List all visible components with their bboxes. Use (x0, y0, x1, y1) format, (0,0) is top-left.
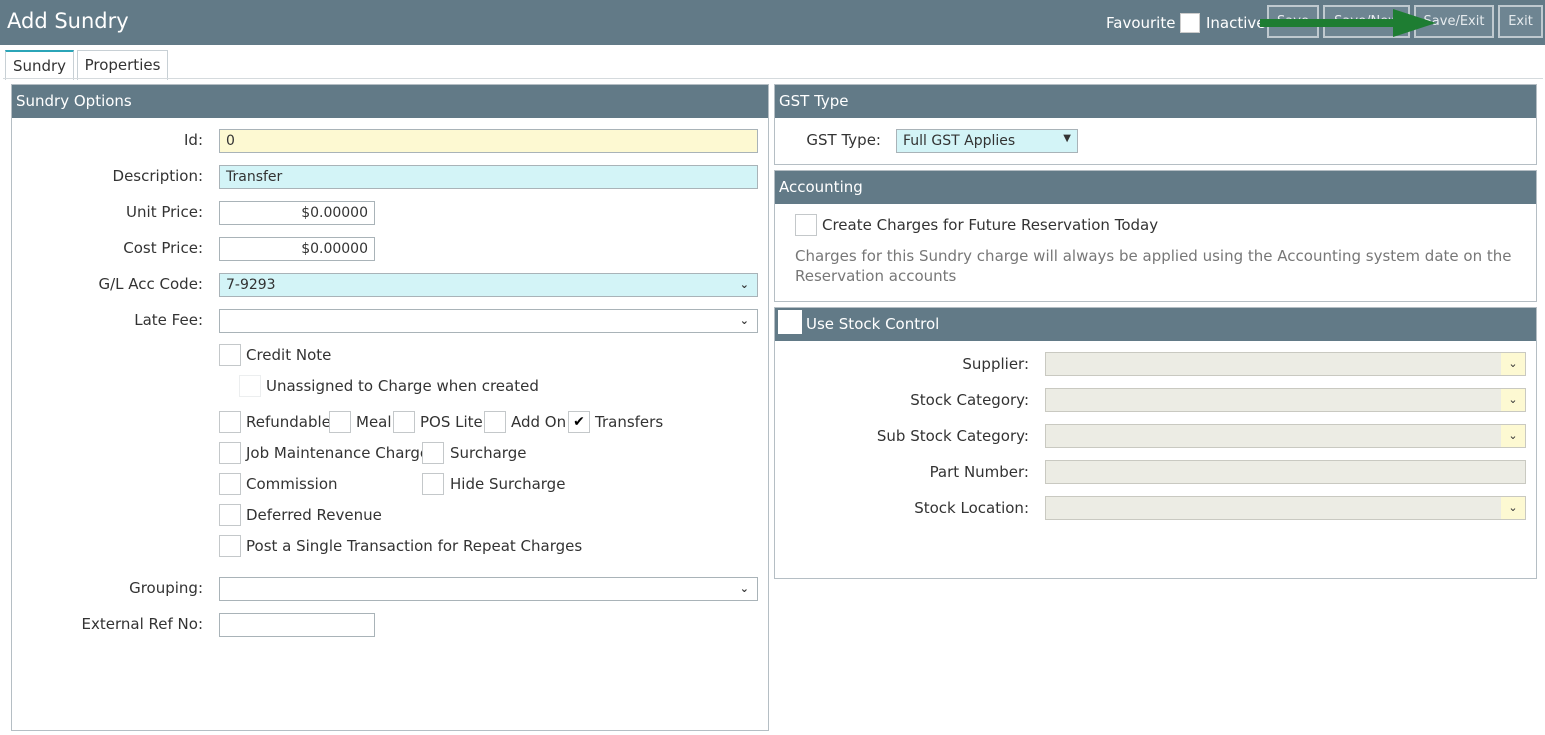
credit-note-checkbox[interactable] (219, 344, 241, 366)
tab-divider (3, 78, 1543, 79)
supplier-label: Supplier: (962, 355, 1029, 373)
unassigned-label: Unassigned to Charge when created (266, 377, 539, 395)
id-label: Id: (184, 131, 203, 149)
commission-label: Commission (246, 475, 338, 493)
sundry-options-heading: Sundry Options (12, 85, 768, 118)
chevron-down-icon: ⌄ (739, 314, 749, 327)
description-field[interactable]: Transfer (219, 165, 758, 189)
page-title: Add Sundry (7, 9, 129, 33)
cost-price-field[interactable]: $0.00000 (219, 237, 375, 261)
chevron-down-icon: ⌄ (1501, 353, 1525, 375)
job-maintenance-checkbox[interactable] (219, 442, 241, 464)
meal-label: Meal (356, 413, 392, 431)
gl-acc-code-label: G/L Acc Code: (98, 275, 203, 293)
accounting-heading: Accounting (775, 171, 1536, 204)
refundable-label: Refundable (246, 413, 331, 431)
chevron-down-icon: ⌄ (1501, 425, 1525, 447)
title-bar: Add Sundry Favourite Inactive Save Save/… (0, 0, 1545, 45)
transfers-checkbox[interactable]: ✔ (568, 411, 590, 433)
unit-price-label: Unit Price: (126, 203, 203, 221)
deferred-revenue-checkbox[interactable] (219, 504, 241, 526)
arrow-icon (1260, 9, 1436, 37)
id-field[interactable]: 0 (219, 129, 758, 153)
deferred-revenue-label: Deferred Revenue (246, 506, 382, 524)
surcharge-label: Surcharge (450, 444, 527, 462)
add-on-checkbox[interactable] (484, 411, 506, 433)
unassigned-checkbox[interactable] (239, 375, 261, 397)
gst-type-panel: GST Type (774, 84, 1537, 165)
pos-lite-checkbox[interactable] (393, 411, 415, 433)
chevron-down-icon: ⌄ (1501, 497, 1525, 519)
future-charges-checkbox[interactable] (795, 214, 817, 236)
transfers-label: Transfers (595, 413, 664, 431)
stock-category-label: Stock Category: (910, 391, 1029, 409)
pos-lite-label: POS Lite (420, 413, 483, 431)
use-stock-control-checkbox[interactable] (778, 310, 802, 334)
tab-properties[interactable]: Properties (77, 50, 168, 80)
gst-type-label: GST Type: (806, 131, 881, 149)
hide-surcharge-checkbox[interactable] (422, 473, 444, 495)
gl-acc-code-select[interactable]: 7-9293 ⌄ (219, 273, 758, 297)
inactive-label: Inactive (1206, 14, 1266, 32)
meal-checkbox[interactable] (329, 411, 351, 433)
job-maintenance-label: Job Maintenance Charge (246, 444, 430, 462)
part-number-label: Part Number: (929, 463, 1029, 481)
surcharge-checkbox[interactable] (422, 442, 444, 464)
stock-location-select[interactable]: ⌄ (1045, 496, 1526, 520)
caret-down-icon: ▼ (1063, 133, 1071, 144)
post-single-checkbox[interactable] (219, 535, 241, 557)
stock-location-label: Stock Location: (914, 499, 1029, 517)
gst-type-select[interactable]: Full GST Applies ▼ (896, 129, 1078, 153)
tab-sundry[interactable]: Sundry (5, 50, 74, 80)
gst-type-value: Full GST Applies (903, 133, 1016, 149)
cost-price-label: Cost Price: (123, 239, 203, 257)
exit-button[interactable]: Exit (1498, 5, 1543, 38)
unit-price-field[interactable]: $0.00000 (219, 201, 375, 225)
sub-stock-category-select[interactable]: ⌄ (1045, 424, 1526, 448)
gl-acc-code-value: 7-9293 (226, 277, 276, 293)
chevron-down-icon: ⌄ (739, 278, 749, 291)
grouping-label: Grouping: (129, 579, 203, 597)
description-label: Description: (112, 167, 203, 185)
hide-surcharge-label: Hide Surcharge (450, 475, 566, 493)
sub-stock-category-label: Sub Stock Category: (876, 427, 1029, 445)
part-number-field[interactable] (1045, 460, 1526, 484)
future-charges-label: Create Charges for Future Reservation To… (822, 216, 1159, 234)
post-single-label: Post a Single Transaction for Repeat Cha… (246, 537, 583, 555)
grouping-select[interactable]: ⌄ (219, 577, 758, 601)
gst-type-heading: GST Type (775, 85, 1536, 118)
chevron-down-icon: ⌄ (739, 582, 749, 595)
supplier-select[interactable]: ⌄ (1045, 352, 1526, 376)
late-fee-select[interactable]: ⌄ (219, 309, 758, 333)
external-ref-label: External Ref No: (81, 615, 203, 633)
stock-category-select[interactable]: ⌄ (1045, 388, 1526, 412)
commission-checkbox[interactable] (219, 473, 241, 495)
inactive-checkbox[interactable] (1180, 13, 1200, 33)
refundable-checkbox[interactable] (219, 411, 241, 433)
accounting-note: Charges for this Sundry charge will alwa… (795, 247, 1512, 285)
chevron-down-icon: ⌄ (1501, 389, 1525, 411)
favourite-label: Favourite (1106, 14, 1176, 32)
external-ref-field[interactable] (219, 613, 375, 637)
late-fee-label: Late Fee: (134, 311, 203, 329)
add-on-label: Add On (511, 413, 567, 431)
stock-control-heading: Use Stock Control (775, 308, 1536, 341)
credit-note-label: Credit Note (246, 346, 332, 364)
